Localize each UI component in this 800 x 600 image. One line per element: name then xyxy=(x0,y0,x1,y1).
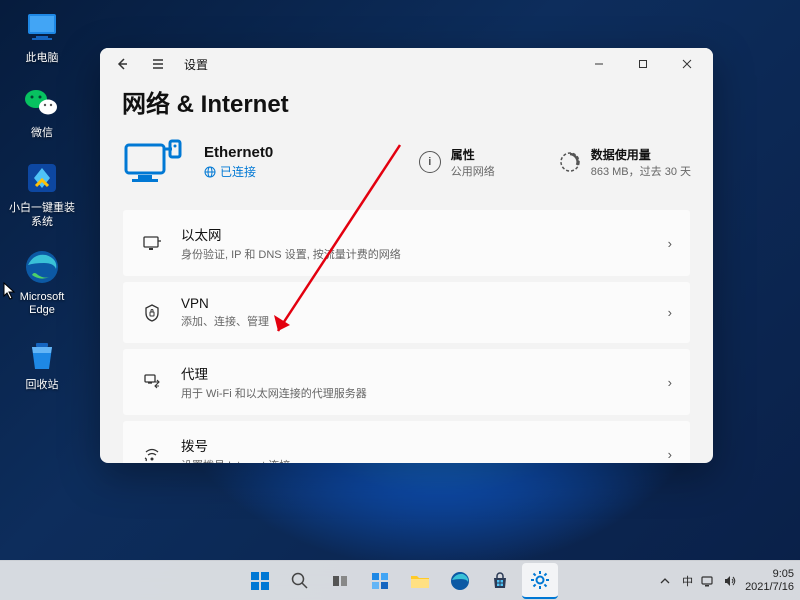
setting-sub: 设置拨号 Internet 连接 xyxy=(181,457,650,463)
chevron-right-icon: › xyxy=(668,447,672,462)
setting-item-ethernet[interactable]: 以太网身份验证, IP 和 DNS 设置, 按流量计费的网络 › xyxy=(122,209,691,277)
connection-pc-icon xyxy=(122,135,184,189)
info-icon: i xyxy=(419,151,441,173)
connection-status-row: Ethernet0 已连接 i 属性 公用网络 数据使用量 xyxy=(122,135,691,189)
file-explorer-button[interactable] xyxy=(402,563,438,599)
desktop-icon-label: 回收站 xyxy=(26,379,59,392)
connection-status-text: Ethernet0 已连接 xyxy=(204,144,273,180)
hamburger-icon xyxy=(151,57,165,71)
edge-taskbar-button[interactable] xyxy=(442,563,478,599)
setting-title: VPN xyxy=(181,296,650,311)
speaker-icon xyxy=(723,574,737,588)
date: 2021/7/16 xyxy=(745,581,794,594)
connection-state: 已连接 xyxy=(204,163,273,180)
edge-icon xyxy=(449,570,471,592)
desktop-icon-edge[interactable]: Microsoft Edge xyxy=(8,247,76,317)
windows-logo-icon xyxy=(249,570,271,592)
settings-window: 设置 网络 & Internet Ethernet0 已连接 i xyxy=(100,48,713,463)
proxy-icon xyxy=(141,371,163,393)
gear-icon xyxy=(529,569,551,591)
system-tray: 中 9:05 2021/7/16 xyxy=(656,568,794,593)
dialup-icon xyxy=(141,443,163,463)
data-usage-icon xyxy=(559,151,581,173)
setting-sub: 用于 Wi-Fi 和以太网连接的代理服务器 xyxy=(181,385,650,401)
file-explorer-icon xyxy=(409,570,431,592)
setting-title: 代理 xyxy=(181,363,650,383)
setting-title: 拨号 xyxy=(181,435,650,455)
settings-content: 网络 & Internet Ethernet0 已连接 i 属性 公用网络 xyxy=(100,80,713,463)
minimize-icon xyxy=(594,59,604,69)
taskbar-center xyxy=(242,563,558,599)
desktop-icon-recycle-bin[interactable]: 回收站 xyxy=(8,335,76,392)
close-icon xyxy=(682,59,692,69)
desktop-icon-label: Microsoft Edge xyxy=(20,291,65,317)
volume-tray-icon[interactable] xyxy=(723,574,737,588)
setting-sub: 身份验证, IP 和 DNS 设置, 按流量计费的网络 xyxy=(181,246,650,262)
widgets-button[interactable] xyxy=(362,563,398,599)
properties-sub: 公用网络 xyxy=(451,163,495,179)
search-button[interactable] xyxy=(282,563,318,599)
store-icon xyxy=(490,571,510,591)
chevron-right-icon: › xyxy=(668,236,672,251)
data-usage-button[interactable]: 数据使用量 863 MB，过去 30 天 xyxy=(559,146,691,179)
tray-overflow-button[interactable] xyxy=(656,572,674,590)
clock[interactable]: 9:05 2021/7/16 xyxy=(745,568,794,593)
task-view-button[interactable] xyxy=(322,563,358,599)
window-controls xyxy=(577,48,709,80)
time: 9:05 xyxy=(745,568,794,581)
data-usage-sub: 863 MB，过去 30 天 xyxy=(591,163,691,179)
desktop-icon-xiaobai[interactable]: 小白一键重装 系统 xyxy=(8,158,76,228)
back-arrow-icon xyxy=(115,57,129,71)
start-button[interactable] xyxy=(242,563,278,599)
data-usage-title: 数据使用量 xyxy=(591,146,691,163)
edge-icon xyxy=(22,247,62,287)
properties-button[interactable]: i 属性 公用网络 xyxy=(419,146,539,179)
desktop-icon-label: 此电脑 xyxy=(26,52,59,65)
close-button[interactable] xyxy=(665,48,709,80)
ime-indicator[interactable]: 中 xyxy=(682,573,693,589)
settings-taskbar-button[interactable] xyxy=(522,563,558,599)
chevron-right-icon: › xyxy=(668,305,672,320)
store-button[interactable] xyxy=(482,563,518,599)
menu-button[interactable] xyxy=(140,48,176,80)
setting-sub: 添加、连接、管理 xyxy=(181,313,650,329)
back-button[interactable] xyxy=(104,48,140,80)
setting-item-dialup[interactable]: 拨号设置拨号 Internet 连接 › xyxy=(122,420,691,463)
maximize-icon xyxy=(638,59,648,69)
maximize-button[interactable] xyxy=(621,48,665,80)
setting-item-proxy[interactable]: 代理用于 Wi-Fi 和以太网连接的代理服务器 › xyxy=(122,348,691,416)
connection-name: Ethernet0 xyxy=(204,144,273,161)
globe-icon xyxy=(204,166,216,178)
chevron-right-icon: › xyxy=(668,375,672,390)
desktop-icon-wechat[interactable]: 微信 xyxy=(8,83,76,140)
titlebar: 设置 xyxy=(100,48,713,80)
settings-list: 以太网身份验证, IP 和 DNS 设置, 按流量计费的网络 › VPN 添加、连… xyxy=(122,209,691,463)
desktop-icon-label: 小白一键重装 系统 xyxy=(9,202,75,228)
minimize-button[interactable] xyxy=(577,48,621,80)
window-title: 设置 xyxy=(184,56,208,73)
this-pc-icon xyxy=(22,8,62,48)
vpn-shield-icon xyxy=(141,302,163,324)
setting-title: 以太网 xyxy=(181,224,650,244)
task-view-icon xyxy=(330,571,350,591)
network-tray-icon[interactable] xyxy=(701,574,715,588)
ethernet-tray-icon xyxy=(701,574,715,588)
widgets-icon xyxy=(370,571,390,591)
desktop-icon-label: 微信 xyxy=(31,127,53,140)
properties-title: 属性 xyxy=(451,146,495,163)
xiaobai-icon xyxy=(22,158,62,198)
page-title: 网络 & Internet xyxy=(122,84,691,119)
chevron-up-icon xyxy=(660,576,670,586)
desktop-icon-this-pc[interactable]: 此电脑 xyxy=(8,8,76,65)
recycle-bin-icon xyxy=(22,335,62,375)
taskbar: 中 9:05 2021/7/16 xyxy=(0,560,800,600)
ethernet-icon xyxy=(141,232,163,254)
desktop-icons: 此电脑 微信 小白一键重装 系统 Microsoft Edge 回收站 xyxy=(8,8,76,392)
search-icon xyxy=(290,571,310,591)
wechat-icon xyxy=(22,83,62,123)
setting-item-vpn[interactable]: VPN 添加、连接、管理 › xyxy=(122,281,691,344)
